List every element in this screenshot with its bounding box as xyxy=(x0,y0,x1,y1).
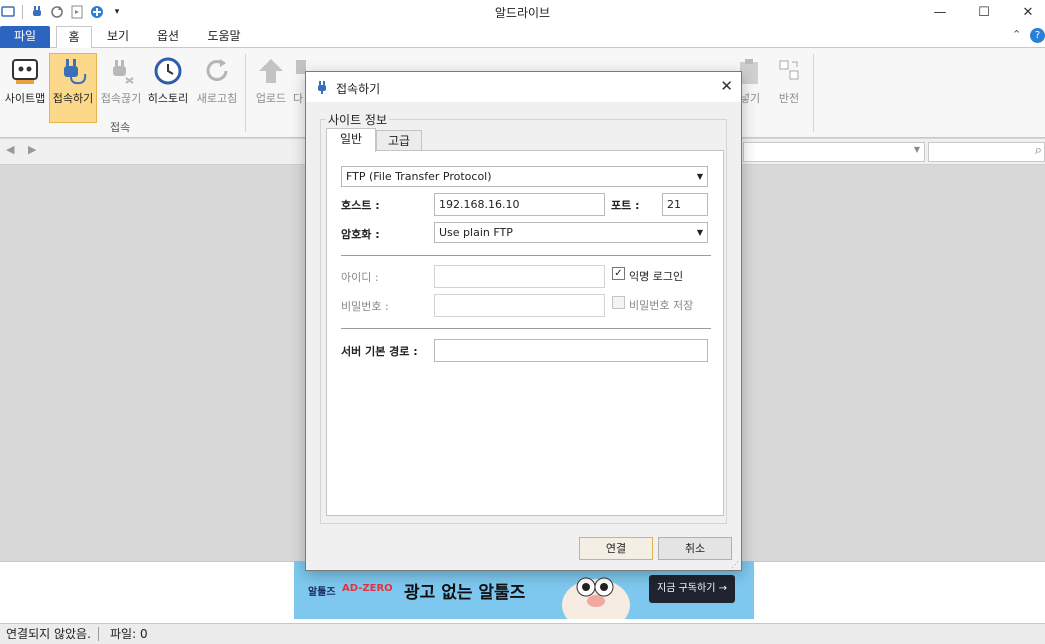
path-dropdown[interactable]: ▼ xyxy=(743,142,925,162)
encryption-select[interactable]: Use plain FTP ▼ xyxy=(434,222,708,243)
status-divider xyxy=(98,627,99,641)
encryption-label: 암호화 : xyxy=(341,228,380,241)
download-button[interactable]: 다 xyxy=(290,54,306,118)
chevron-down-icon: ▼ xyxy=(913,145,920,154)
tab-general[interactable]: 일반 xyxy=(326,128,376,152)
divider xyxy=(341,255,711,256)
minimize-button[interactable]: — xyxy=(917,0,963,24)
id-input[interactable] xyxy=(434,265,605,288)
password-input[interactable] xyxy=(434,294,605,317)
ribbon-tab-bar: 파일 홈 보기 옵션 도움말 ⌃ ? xyxy=(0,24,1045,49)
password-label: 비밀번호 : xyxy=(341,300,389,313)
tab-options[interactable]: 옵션 xyxy=(150,26,186,48)
host-label: 호스트 : xyxy=(341,199,380,212)
history-button[interactable]: 히스토리 xyxy=(145,54,191,118)
encryption-value: Use plain FTP xyxy=(439,226,513,239)
sitemap-icon xyxy=(8,54,42,88)
chevron-down-icon: ▼ xyxy=(696,228,703,237)
ad-mascot-icon xyxy=(562,577,630,619)
ad-brand: 알툴즈 xyxy=(308,587,336,598)
file-count: 파일: 0 xyxy=(110,627,148,641)
disconnect-button[interactable]: 접속끊기 xyxy=(98,54,144,118)
chevron-down-icon: ▼ xyxy=(696,172,703,181)
maximize-button[interactable]: ☐ xyxy=(961,0,1007,24)
collapse-ribbon-icon[interactable]: ⌃ xyxy=(1012,28,1021,41)
invert-icon xyxy=(772,54,806,88)
tab-advanced[interactable]: 고급 xyxy=(376,130,422,152)
window-title: 알드라이브 xyxy=(494,6,551,20)
title-bar: ▾ 알드라이브 — ☐ ✕ xyxy=(0,0,1045,24)
tab-file[interactable]: 파일 xyxy=(0,26,50,48)
port-label: 포트 : xyxy=(611,199,640,212)
invert-selection-button[interactable]: 반전 xyxy=(770,54,808,118)
tab-help[interactable]: 도움말 xyxy=(200,26,248,48)
forward-arrow-icon[interactable]: ▶ xyxy=(28,143,36,156)
download-arrow-icon xyxy=(290,54,306,88)
dialog-close-button[interactable]: ✕ xyxy=(720,77,733,95)
ribbon-separator xyxy=(245,54,246,132)
ad-product: AD-ZERO xyxy=(342,583,393,594)
host-input[interactable]: 192.168.16.10 xyxy=(434,193,605,216)
anonymous-login-label: 익명 로그인 xyxy=(629,270,684,283)
connect-confirm-button[interactable]: 연결 xyxy=(579,537,653,560)
server-path-input[interactable] xyxy=(434,339,708,362)
sitemap-button[interactable]: 사이트맵 xyxy=(2,54,48,118)
port-input[interactable]: 21 xyxy=(662,193,708,216)
disconnect-plug-icon xyxy=(104,54,138,88)
connect-plug-icon xyxy=(56,54,90,88)
plug-icon xyxy=(315,80,329,97)
resize-grip-icon[interactable]: ⋰ xyxy=(731,560,739,569)
close-window-button[interactable]: ✕ xyxy=(1005,0,1045,24)
back-arrow-icon[interactable]: ◀ xyxy=(6,143,14,156)
anonymous-login-checkbox[interactable]: ✓ xyxy=(612,267,625,280)
refresh-icon xyxy=(200,54,234,88)
cancel-button[interactable]: 취소 xyxy=(658,537,732,560)
upload-button[interactable]: 업로드 xyxy=(252,54,290,118)
status-bar: 연결되지 않았음. 파일: 0 xyxy=(0,623,1045,644)
general-tab-page: FTP (File Transfer Protocol) ▼ 호스트 : 192… xyxy=(326,150,724,516)
clock-icon xyxy=(151,54,185,88)
protocol-select[interactable]: FTP (File Transfer Protocol) ▼ xyxy=(341,166,708,187)
ad-headline: 광고 없는 알툴즈 xyxy=(404,583,526,603)
divider xyxy=(341,328,711,329)
dialog-title: 접속하기 xyxy=(336,82,381,96)
help-icon[interactable]: ? xyxy=(1030,28,1045,43)
ribbon-separator xyxy=(813,54,814,132)
tab-home[interactable]: 홈 xyxy=(56,26,92,49)
site-info-legend: 사이트 정보 xyxy=(326,111,390,128)
search-input[interactable]: ⌕ xyxy=(928,142,1045,162)
connect-dialog: 접속하기 ✕ 사이트 정보 일반 고급 FTP (File Transfer P… xyxy=(305,71,742,571)
refresh-button[interactable]: 새로고침 xyxy=(193,54,241,118)
server-path-label: 서버 기본 경로 : xyxy=(341,345,418,358)
upload-arrow-icon xyxy=(254,54,288,88)
tab-view[interactable]: 보기 xyxy=(100,26,136,48)
ribbon-group-label: 접속 xyxy=(110,121,131,134)
connection-status: 연결되지 않았음. xyxy=(6,627,91,641)
connect-button[interactable]: 접속하기 xyxy=(49,53,97,123)
dialog-title-bar: 접속하기 ✕ xyxy=(306,72,741,102)
search-icon[interactable]: ⌕ xyxy=(1035,143,1042,158)
save-password-label: 비밀번호 저장 xyxy=(629,299,694,312)
subscribe-button[interactable]: 지금 구독하기 → xyxy=(649,575,735,603)
id-label: 아이디 : xyxy=(341,271,379,284)
protocol-value: FTP (File Transfer Protocol) xyxy=(346,170,492,183)
save-password-checkbox[interactable] xyxy=(612,296,625,309)
